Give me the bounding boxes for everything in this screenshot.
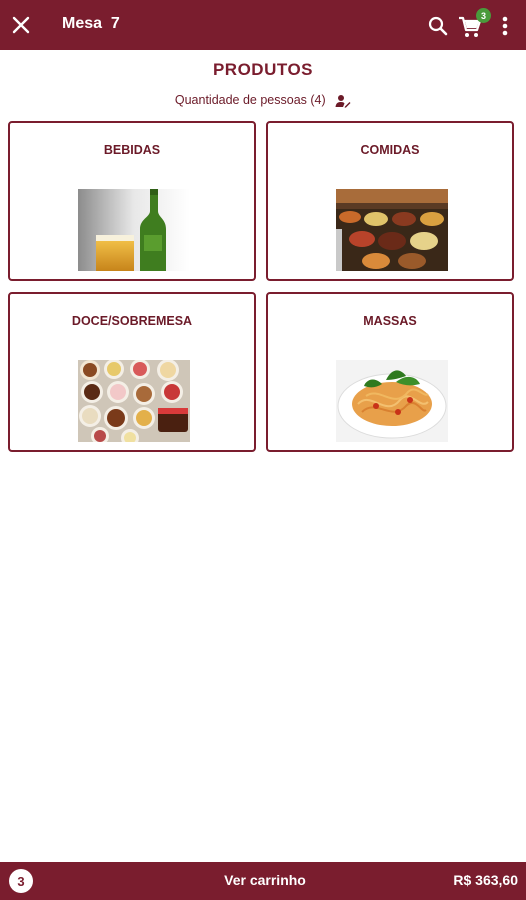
cart-total: R$ 363,60 — [453, 872, 518, 888]
category-label: COMIDAS — [360, 143, 420, 157]
page-title: PRODUTOS — [212, 60, 314, 79]
more-options-button[interactable] — [496, 12, 514, 40]
edit-person-icon — [335, 94, 351, 108]
close-icon — [12, 16, 30, 34]
cart-button[interactable]: 3 — [457, 8, 491, 40]
category-label: MASSAS — [363, 314, 417, 328]
cart-items-count-badge: 3 — [9, 869, 33, 893]
top-app-bar: Mesa 7 3 — [0, 0, 526, 50]
category-label: DOCE/SOBREMESA — [71, 314, 193, 328]
buffet-image — [336, 189, 448, 271]
more-vertical-icon — [502, 16, 508, 36]
people-count-label: Quantidade de pessoas (4) — [174, 93, 326, 107]
close-button[interactable] — [6, 9, 36, 41]
category-card-doce-sobremesa[interactable]: DOCE/SOBREMESA — [8, 292, 256, 452]
category-card-massas[interactable]: MASSAS — [266, 292, 514, 452]
spaghetti-image — [336, 360, 448, 442]
view-cart-button[interactable]: Ver carrinho — [190, 872, 340, 888]
table-title: Mesa 7 — [62, 15, 120, 32]
beer-image — [78, 189, 190, 271]
cart-count-badge: 3 — [476, 8, 491, 23]
category-label: BEBIDAS — [103, 143, 161, 157]
people-count-row[interactable]: Quantidade de pessoas (4) — [0, 93, 526, 108]
search-icon — [428, 16, 448, 36]
search-button[interactable] — [425, 13, 451, 39]
category-card-bebidas[interactable]: BEBIDAS — [8, 121, 256, 281]
category-card-comidas[interactable]: COMIDAS — [266, 121, 514, 281]
desserts-image — [78, 360, 190, 442]
cart-summary-bar[interactable]: 3 Ver carrinho R$ 363,60 — [0, 862, 526, 900]
